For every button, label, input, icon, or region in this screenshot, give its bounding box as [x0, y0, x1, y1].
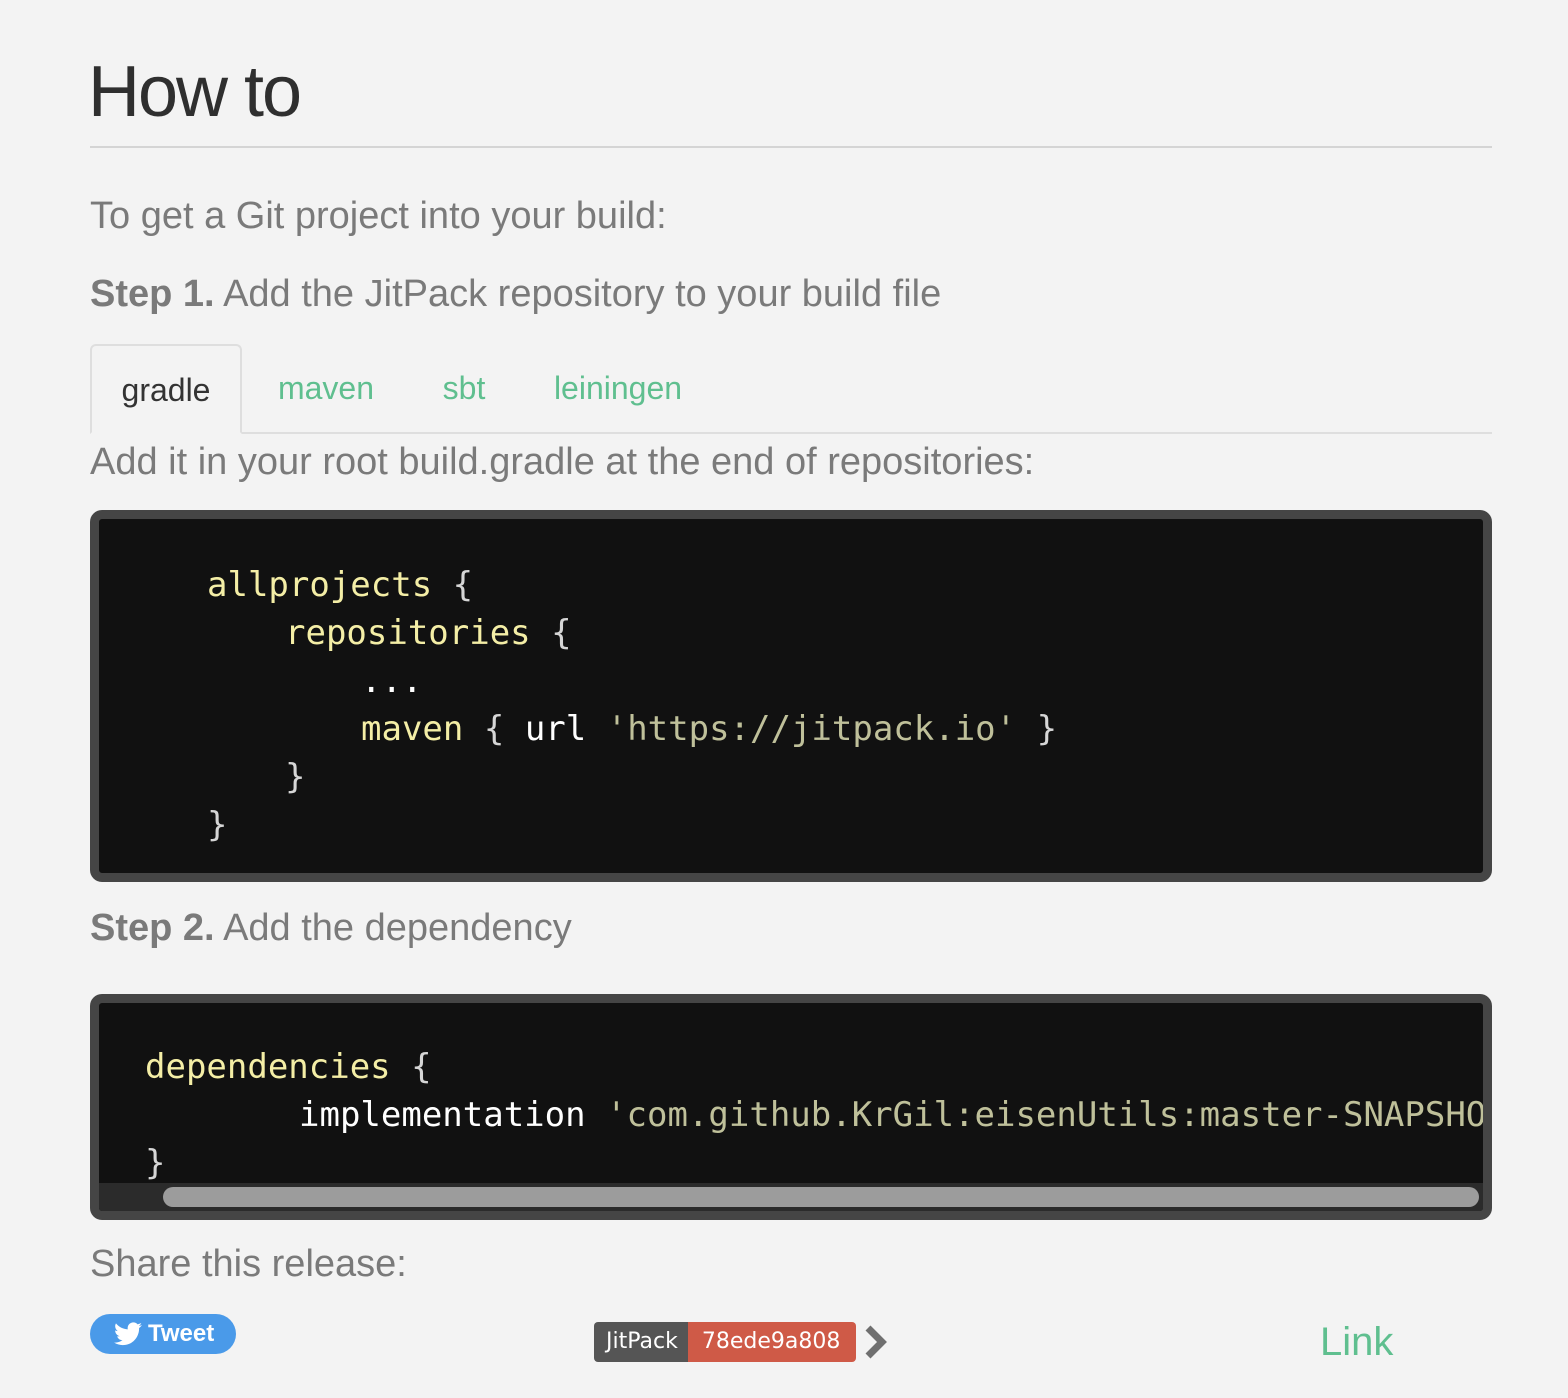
share-label: Share this release: [90, 1243, 407, 1285]
code-line-implementation: implementation 'com.github.KrGil:eisenUt… [299, 1095, 1492, 1135]
code-line-allprojects: allprojects { [207, 565, 474, 605]
code-line-close-dependencies: } [145, 1143, 166, 1183]
step-2: Step 2. Add the dependency [90, 906, 572, 950]
tab-maven[interactable]: maven [268, 344, 384, 432]
code-line-maven: maven { url 'https://jitpack.io' } [361, 709, 1058, 749]
twitter-bird-icon [114, 1322, 142, 1346]
badge-label: JitPack [594, 1322, 688, 1362]
tweet-label: Tweet [148, 1320, 215, 1347]
step-2-label: Step 2. [90, 907, 215, 949]
horizontal-scrollbar[interactable] [99, 1183, 1483, 1211]
tab-leiningen[interactable]: leiningen [546, 344, 690, 432]
code-line-dependencies: dependencies { [145, 1047, 432, 1087]
step-1: Step 1. Add the JitPack repository to yo… [90, 272, 941, 316]
tab-sbt[interactable]: sbt [430, 344, 498, 432]
intro-text: To get a Git project into your build: [90, 195, 667, 237]
share-link[interactable]: Link [1320, 1318, 1393, 1366]
code-line-close-repositories: } [285, 757, 306, 797]
scrollbar-thumb[interactable] [163, 1187, 1479, 1207]
code-line-repositories: repositories { [285, 613, 572, 653]
badge-version: 78ede9a808 [687, 1322, 857, 1362]
title-divider [90, 146, 1492, 148]
jitpack-version-badge[interactable]: JitPack 78ede9a808 [594, 1322, 857, 1362]
step-2-text: Add the dependency [214, 907, 572, 949]
step-1-label: Step 1. [90, 273, 215, 315]
tweet-button[interactable]: Tweet [90, 1314, 236, 1354]
page-title: How to [88, 52, 302, 132]
repository-code-block[interactable]: allprojects { repositories { ... maven {… [90, 510, 1492, 882]
build-tool-tabs: gradle maven sbt leiningen [90, 344, 1492, 434]
chevron-right-icon[interactable] [862, 1324, 890, 1360]
step-1-text: Add the JitPack repository to your build… [214, 273, 942, 315]
tab-gradle[interactable]: gradle [90, 344, 242, 434]
gradle-instruction: Add it in your root build.gradle at the … [90, 441, 1035, 483]
code-line-close-allprojects: } [207, 805, 228, 845]
code-line-ellipsis: ... [361, 661, 423, 701]
dependency-code-block[interactable]: dependencies { implementation 'com.githu… [90, 994, 1492, 1220]
